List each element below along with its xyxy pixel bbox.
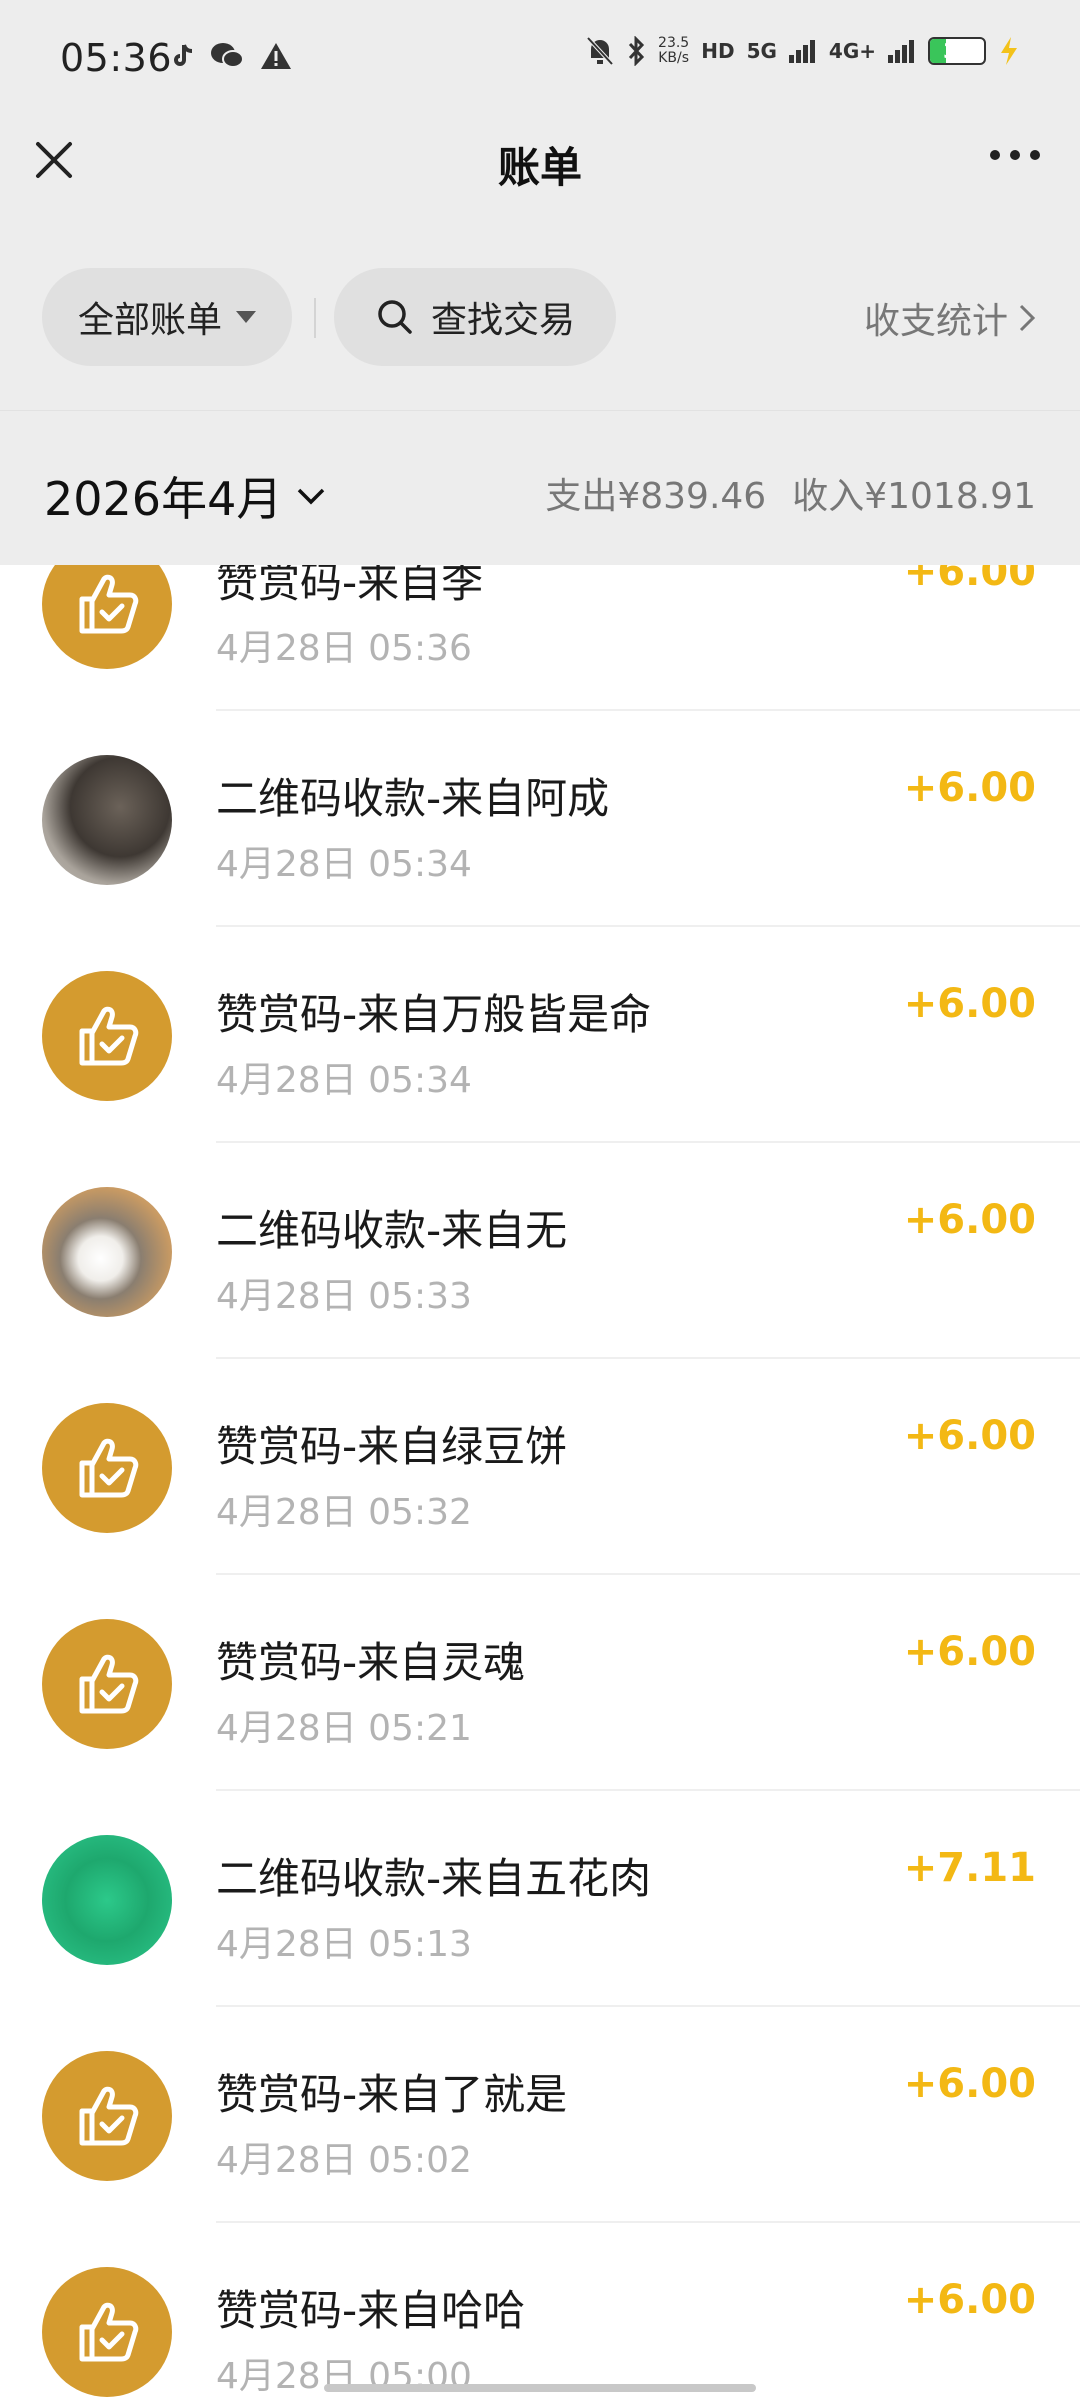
transaction-amount: +6.00 — [903, 565, 1036, 595]
income-total: 收入¥1018.91 — [792, 476, 1036, 517]
stats-label: 收支统计 — [863, 301, 1008, 342]
network-5g: 5G — [746, 39, 777, 63]
hd-badge: HD — [701, 39, 735, 63]
transaction-title: 赞赏码-来自灵魂 — [216, 1638, 526, 1687]
transaction-amount: +6.00 — [903, 765, 1036, 811]
transaction-row[interactable]: 赞赏码-来自万般皆是命 4月28日 05:34 +6.00 — [0, 927, 1080, 1143]
search-icon — [378, 300, 412, 334]
reward-code-icon — [42, 971, 172, 1101]
net-speed: 23.5 KB/s — [658, 35, 690, 66]
all-bills-label: 全部账单 — [77, 300, 222, 341]
month-label: 2026年4月 — [44, 472, 283, 526]
caret-down-icon — [236, 311, 256, 323]
transaction-title: 赞赏码-来自万般皆是命 — [216, 990, 652, 1039]
transaction-time: 4月28日 05:02 — [216, 2140, 472, 2181]
expense-total: 支出¥839.46 — [545, 476, 767, 517]
transaction-amount: +6.00 — [903, 2061, 1036, 2107]
warning-icon — [261, 43, 291, 69]
search-label: 查找交易 — [430, 300, 575, 341]
transaction-time: 4月28日 05:33 — [216, 1276, 472, 1317]
month-totals: 支出¥839.46 收入¥1018.91 — [545, 467, 1036, 519]
transaction-time: 4月28日 05:34 — [216, 1060, 472, 1101]
stats-link[interactable]: 收支统计 — [864, 292, 1036, 344]
transaction-title: 二维码收款-来自五花肉 — [216, 1854, 652, 1903]
transaction-amount: +6.00 — [903, 2277, 1036, 2323]
home-indicator[interactable] — [324, 2384, 756, 2392]
transaction-amount: +6.00 — [903, 1413, 1036, 1459]
transaction-list[interactable]: 赞赏码-来自李 4月28日 05:36 +6.00 二维码收款-来自阿成 4月28日 0… — [0, 565, 1080, 2400]
month-summary-bar: 2026年4月 支出¥839.46 收入¥1018.91 — [0, 410, 1080, 565]
wechat-icon — [211, 43, 244, 68]
reward-code-icon — [42, 565, 172, 669]
transaction-title: 二维码收款-来自阿成 — [216, 774, 610, 823]
transaction-amount: +6.00 — [903, 1197, 1036, 1243]
status-system-icons: 23.5 KB/s HD 5G 4G+ 30 — [586, 36, 1020, 66]
chevron-down-icon — [298, 488, 325, 505]
month-picker[interactable]: 2026年4月 — [44, 463, 326, 529]
reward-code-icon — [42, 1619, 172, 1749]
charging-icon — [1001, 37, 1017, 65]
page-title: 账单 — [497, 143, 582, 192]
avatar — [42, 1187, 172, 1317]
tiktok-icon — [174, 44, 193, 66]
transaction-row[interactable]: 二维码收款-来自五花肉 4月28日 05:13 +7.11 — [0, 1791, 1080, 2007]
battery-icon: 30 — [928, 37, 986, 65]
filter-divider — [314, 298, 316, 338]
all-bills-filter-button[interactable]: 全部账单 — [42, 268, 292, 366]
transaction-row[interactable]: 赞赏码-来自绿豆饼 4月28日 05:32 +6.00 — [0, 1359, 1080, 1575]
transaction-title: 赞赏码-来自哈哈 — [216, 2286, 526, 2335]
transaction-amount: +6.00 — [903, 981, 1036, 1027]
transaction-row[interactable]: 二维码收款-来自阿成 4月28日 05:34 +6.00 — [0, 711, 1080, 927]
transaction-amount: +6.00 — [903, 1629, 1036, 1675]
status-notification-icons — [172, 42, 292, 70]
transaction-title: 赞赏码-来自李 — [216, 565, 484, 607]
transaction-row[interactable]: 赞赏码-来自灵魂 4月28日 05:21 +6.00 — [0, 1575, 1080, 1791]
status-time: 05:36 — [60, 36, 173, 80]
transaction-row[interactable]: 赞赏码-来自李 4月28日 05:36 +6.00 — [0, 565, 1080, 711]
transaction-row[interactable]: 赞赏码-来自了就是 4月28日 05:02 +6.00 — [0, 2007, 1080, 2223]
transaction-time: 4月28日 05:21 — [216, 1708, 472, 1749]
transaction-time: 4月28日 05:13 — [216, 1924, 472, 1965]
search-transactions-button[interactable]: 查找交易 — [334, 268, 616, 366]
more-options-icon[interactable] — [990, 150, 1040, 160]
transaction-title: 二维码收款-来自无 — [216, 1206, 568, 1255]
transaction-amount: +7.11 — [903, 1845, 1036, 1891]
transaction-title: 赞赏码-来自绿豆饼 — [216, 1422, 568, 1471]
reward-code-icon — [42, 2267, 172, 2397]
signal-icon — [788, 40, 815, 63]
transaction-row[interactable]: 赞赏码-来自哈哈 4月28日 05:00 +6.00 — [0, 2223, 1080, 2400]
transaction-time: 4月28日 05:36 — [216, 628, 472, 669]
bluetooth-icon — [628, 36, 645, 66]
chevron-right-icon — [1019, 304, 1036, 332]
reward-code-icon — [42, 1403, 172, 1533]
mute-bell-icon — [586, 36, 614, 66]
transaction-time: 4月28日 05:32 — [216, 1492, 472, 1533]
transaction-time: 4月28日 05:34 — [216, 844, 472, 885]
avatar — [42, 755, 172, 885]
reward-code-icon — [42, 2051, 172, 2181]
avatar — [42, 1835, 172, 1965]
transaction-row[interactable]: 二维码收款-来自无 4月28日 05:33 +6.00 — [0, 1143, 1080, 1359]
network-4g: 4G+ — [828, 39, 876, 63]
status-bar: 05:36 23.5 KB/s HD 5G 4G+ 30 — [0, 0, 1080, 115]
transaction-title: 赞赏码-来自了就是 — [216, 2070, 568, 2119]
signal-icon-2 — [888, 40, 914, 63]
